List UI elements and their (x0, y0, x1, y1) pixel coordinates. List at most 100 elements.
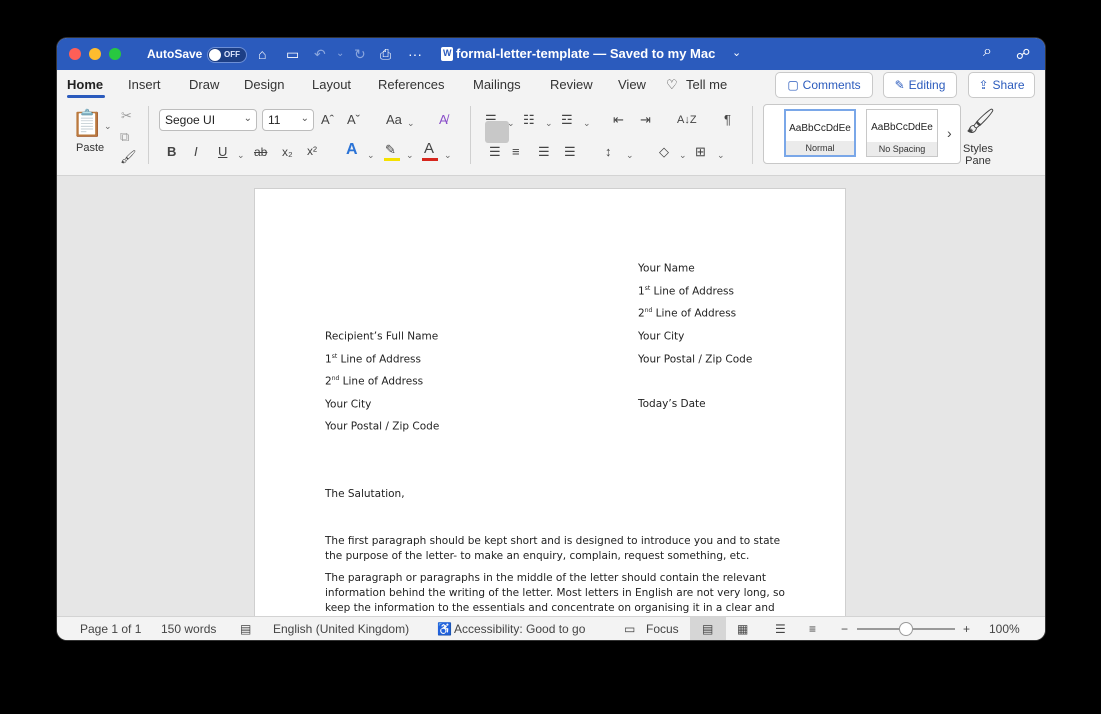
tab-draw[interactable]: Draw (189, 77, 219, 92)
decrease-indent-icon[interactable]: ⇤ (613, 112, 624, 128)
pilcrow-icon[interactable]: ¶ (724, 112, 731, 128)
tab-references[interactable]: References (378, 77, 444, 92)
highlight-icon[interactable]: ✎ (385, 142, 396, 158)
line-spacing-icon[interactable]: ↕ (605, 144, 612, 160)
chevron-down-icon[interactable]: ⌄ (407, 115, 415, 131)
save-icon[interactable]: ▭ (286, 46, 299, 62)
recipient-line[interactable]: Recipient’s Full Name (325, 330, 438, 343)
font-size-select[interactable]: 11 ⌄ (262, 109, 314, 131)
align-center-icon[interactable]: ≡ (512, 144, 520, 160)
close-window-button[interactable] (69, 48, 81, 60)
sender-line[interactable]: Your City (638, 330, 684, 343)
text-effects-icon[interactable]: A (346, 142, 358, 158)
zoom-slider-knob[interactable] (899, 622, 913, 636)
paste-options-chevron-icon[interactable]: ⌄ (104, 118, 112, 134)
chevron-down-icon[interactable]: ⌄ (406, 147, 414, 163)
styles-more-icon[interactable]: › (947, 125, 952, 141)
print-layout-view-icon[interactable]: ▤ (702, 622, 713, 636)
accessibility-status[interactable]: Accessibility: Good to go (454, 622, 585, 636)
cut-icon[interactable]: ✂ (121, 108, 132, 124)
document-page[interactable]: Your Name 1st Line of Address 2nd Line o… (254, 188, 846, 629)
styles-pane-icon[interactable]: 🖌 (965, 108, 995, 136)
document-title[interactable]: formal-letter-template — Saved to my Mac (456, 46, 715, 61)
collaboration-icon[interactable]: ☍ (1016, 46, 1030, 62)
title-chevron-icon[interactable]: ⌄ (732, 45, 741, 61)
print-icon[interactable]: ⎙ (380, 46, 391, 62)
style-normal[interactable]: AaBbCcDdEe Normal (784, 109, 856, 157)
proofing-icon[interactable]: ▤ (240, 622, 251, 636)
sender-line[interactable]: 1st Line of Address (638, 285, 734, 298)
focus-button[interactable]: Focus (646, 622, 679, 636)
chevron-down-icon[interactable]: ⌄ (444, 147, 452, 163)
format-painter-icon[interactable]: 🖌 (120, 149, 137, 165)
salutation[interactable]: The Salutation, (325, 488, 405, 500)
tab-review[interactable]: Review (550, 77, 593, 92)
shrink-font-icon[interactable]: Aˇ (347, 112, 360, 128)
zoom-level[interactable]: 100% (989, 622, 1020, 636)
chevron-down-icon[interactable]: ⌄ (367, 147, 375, 163)
sender-line[interactable]: Your Postal / Zip Code (638, 353, 752, 366)
font-name-select[interactable]: Segoe UI ⌄ (159, 109, 257, 131)
font-color-icon[interactable]: A (424, 141, 434, 157)
borders-icon[interactable]: ⊞ (695, 144, 706, 160)
increase-indent-icon[interactable]: ⇥ (640, 112, 651, 128)
word-count[interactable]: 150 words (161, 622, 216, 636)
tell-me-search[interactable]: Tell me (686, 77, 727, 92)
chevron-down-icon[interactable]: ⌄ (679, 147, 687, 163)
strikethrough-icon[interactable]: ab (254, 144, 267, 160)
paste-label[interactable]: Paste (76, 142, 104, 154)
bold-icon[interactable]: B (167, 144, 176, 160)
zoom-in-icon[interactable]: + (963, 622, 970, 636)
multilevel-list-icon[interactable]: ☲ (561, 112, 573, 128)
tab-layout[interactable]: Layout (312, 77, 351, 92)
recipient-line[interactable]: Your City (325, 398, 371, 411)
undo-menu-icon[interactable]: ⌄ (336, 46, 344, 62)
share-button[interactable]: ⇪ Share (968, 72, 1035, 98)
paragraph-1[interactable]: The first paragraph should be kept short… (325, 534, 785, 564)
align-left-icon[interactable]: ☰ (489, 144, 501, 160)
subscript-icon[interactable]: x₂ (282, 144, 293, 160)
chevron-down-icon[interactable]: ⌄ (545, 115, 553, 131)
sender-line[interactable]: Your Name (638, 262, 695, 275)
editing-button[interactable]: ✎ Editing (883, 72, 957, 98)
superscript-icon[interactable]: x² (307, 143, 317, 159)
date-line[interactable]: Today’s Date (638, 398, 706, 410)
clear-formatting-icon[interactable]: A̸ (439, 112, 448, 128)
justify-icon[interactable]: ☰ (564, 144, 576, 160)
outline-view-icon[interactable]: ☰ (775, 622, 786, 636)
zoom-out-icon[interactable]: − (841, 622, 848, 636)
italic-icon[interactable]: I (194, 144, 198, 160)
copy-icon[interactable]: ⧉ (120, 129, 129, 145)
change-case-icon[interactable]: Aa (386, 112, 402, 128)
sort-icon[interactable]: A↓Z (677, 112, 697, 128)
draft-view-icon[interactable]: ≡ (809, 622, 816, 636)
styles-pane-button[interactable]: Styles Pane (955, 143, 1001, 167)
numbering-icon[interactable]: ☷ (523, 112, 535, 128)
web-layout-view-icon[interactable]: ▦ (737, 622, 748, 636)
align-right-icon[interactable]: ☰ (538, 144, 550, 160)
redo-icon[interactable]: ↻ (354, 46, 366, 62)
recipient-line[interactable]: 2nd Line of Address (325, 375, 423, 388)
language-status[interactable]: English (United Kingdom) (273, 622, 409, 636)
shading-icon[interactable]: ◇ (659, 144, 669, 160)
recipient-line[interactable]: Your Postal / Zip Code (325, 420, 439, 433)
zoom-window-button[interactable] (109, 48, 121, 60)
document-area[interactable]: Your Name 1st Line of Address 2nd Line o… (57, 176, 1045, 629)
page-count[interactable]: Page 1 of 1 (80, 622, 141, 636)
chevron-down-icon[interactable]: ⌄ (237, 147, 245, 163)
sender-line[interactable]: 2nd Line of Address (638, 307, 736, 320)
undo-icon[interactable]: ↶ (314, 46, 326, 62)
recipient-line[interactable]: 1st Line of Address (325, 353, 421, 366)
home-icon[interactable]: ⌂ (258, 46, 266, 62)
search-icon[interactable]: ⌕ (983, 44, 992, 60)
style-no-spacing[interactable]: AaBbCcDdEe No Spacing (866, 109, 938, 157)
chevron-down-icon[interactable]: ⌄ (626, 147, 634, 163)
tab-view[interactable]: View (618, 77, 646, 92)
minimize-window-button[interactable] (89, 48, 101, 60)
tab-mailings[interactable]: Mailings (473, 77, 521, 92)
tab-home[interactable]: Home (67, 77, 103, 92)
tab-design[interactable]: Design (244, 77, 284, 92)
paste-icon[interactable]: 📋 (71, 108, 103, 138)
autosave-toggle[interactable]: OFF (207, 47, 247, 63)
comments-button[interactable]: ▢ Comments (775, 72, 873, 98)
